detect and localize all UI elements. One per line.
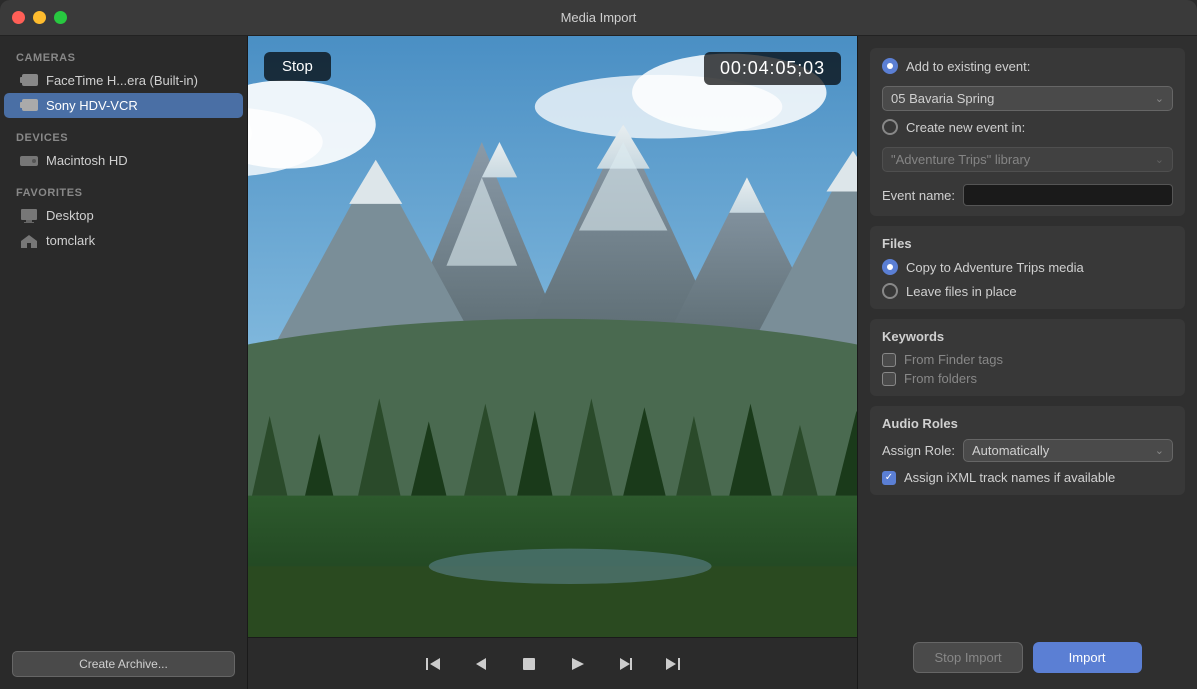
stop-import-button[interactable]: Stop Import <box>913 642 1022 673</box>
assign-role-label: Assign Role: <box>882 443 955 458</box>
new-event-library-dropdown[interactable]: "Adventure Trips" library ⌄ <box>882 147 1173 172</box>
skip-to-start-button[interactable] <box>419 650 447 678</box>
assign-role-row: Assign Role: Automatically ⌄ <box>882 439 1173 462</box>
finder-tags-row[interactable]: From Finder tags <box>882 352 1173 367</box>
right-panel: Add to existing event: 05 Bavaria Spring… <box>857 36 1197 689</box>
import-button[interactable]: Import <box>1033 642 1142 673</box>
from-folders-row[interactable]: From folders <box>882 371 1173 386</box>
files-section: Files Copy to Adventure Trips media Leav… <box>870 226 1185 309</box>
create-new-label: Create new event in: <box>906 120 1025 135</box>
assign-role-dropdown[interactable]: Automatically ⌄ <box>963 439 1173 462</box>
ixml-checkbox[interactable]: ✓ <box>882 471 896 485</box>
window-controls[interactable] <box>12 11 67 24</box>
stop-badge: Stop <box>264 52 331 81</box>
sidebar: CAMERAS FaceTime H...era (Built-in) Sony… <box>0 36 248 689</box>
sidebar-item-macintosh-hd[interactable]: Macintosh HD <box>4 148 243 173</box>
from-folders-label: From folders <box>904 371 977 386</box>
maximize-button[interactable] <box>54 11 67 24</box>
sidebar-item-desktop-label: Desktop <box>46 208 94 223</box>
keywords-section-title: Keywords <box>882 329 1173 344</box>
add-existing-row[interactable]: Add to existing event: <box>882 58 1173 74</box>
leave-files-row[interactable]: Leave files in place <box>882 283 1173 299</box>
sidebar-item-desktop[interactable]: Desktop <box>4 203 243 228</box>
copy-to-radio[interactable] <box>882 259 898 275</box>
from-folders-checkbox[interactable] <box>882 372 896 386</box>
finder-tags-checkbox[interactable] <box>882 353 896 367</box>
ixml-label: Assign iXML track names if available <box>904 470 1115 485</box>
desktop-icon <box>20 209 38 223</box>
sidebar-item-facetime[interactable]: FaceTime H...era (Built-in) <box>4 68 243 93</box>
window-title: Media Import <box>561 10 637 25</box>
video-frame: Stop 00:04:05;03 <box>248 36 857 637</box>
assign-role-value: Automatically <box>972 443 1049 458</box>
favorites-section-label: FAVORITES <box>0 179 247 203</box>
leave-files-radio[interactable] <box>882 283 898 299</box>
ixml-row[interactable]: ✓ Assign iXML track names if available <box>882 470 1173 485</box>
add-existing-radio[interactable] <box>882 58 898 74</box>
sidebar-item-tomclark[interactable]: tomclark <box>4 228 243 253</box>
timecode-badge: 00:04:05;03 <box>704 52 841 85</box>
bottom-buttons: Stop Import Import <box>870 634 1185 677</box>
copy-to-row[interactable]: Copy to Adventure Trips media <box>882 259 1173 275</box>
event-section: Add to existing event: 05 Bavaria Spring… <box>870 48 1185 216</box>
minimize-button[interactable] <box>33 11 46 24</box>
event-name-row: Event name: <box>882 184 1173 206</box>
keywords-section: Keywords From Finder tags From folders <box>870 319 1185 396</box>
audio-roles-title: Audio Roles <box>882 416 1173 431</box>
files-section-title: Files <box>882 236 1173 251</box>
event-name-label: Event name: <box>882 188 955 203</box>
camera-hdv-icon <box>20 99 38 113</box>
title-bar: Media Import <box>0 0 1197 36</box>
sidebar-item-tomclark-label: tomclark <box>46 233 95 248</box>
drive-icon <box>20 154 38 168</box>
sidebar-item-facetime-label: FaceTime H...era (Built-in) <box>46 73 198 88</box>
files-radio-group: Copy to Adventure Trips media Leave file… <box>882 259 1173 299</box>
add-to-existing-group: Add to existing event: 05 Bavaria Spring… <box>882 58 1173 206</box>
playback-controls <box>248 637 857 689</box>
sidebar-item-sony-label: Sony HDV-VCR <box>46 98 138 113</box>
chevron-down-icon: ⌄ <box>1155 92 1164 105</box>
event-name-input[interactable] <box>963 184 1173 206</box>
chevron-down-icon-2: ⌄ <box>1155 153 1164 166</box>
play-button[interactable] <box>563 650 591 678</box>
chevron-down-icon-3: ⌄ <box>1155 444 1164 457</box>
new-event-library-value: "Adventure Trips" library <box>891 152 1030 167</box>
step-back-button[interactable] <box>467 650 495 678</box>
create-archive-button[interactable]: Create Archive... <box>12 651 235 677</box>
cameras-section-label: CAMERAS <box>0 44 247 68</box>
add-existing-label: Add to existing event: <box>906 59 1030 74</box>
sidebar-item-sony-hdv[interactable]: Sony HDV-VCR <box>4 93 243 118</box>
camera-icon <box>20 74 38 88</box>
step-forward-button[interactable] <box>611 650 639 678</box>
existing-event-dropdown[interactable]: 05 Bavaria Spring ⌄ <box>882 86 1173 111</box>
close-button[interactable] <box>12 11 25 24</box>
video-preview: Stop 00:04:05;03 <box>248 36 857 637</box>
skip-to-end-button[interactable] <box>659 650 687 678</box>
leave-files-label: Leave files in place <box>906 284 1017 299</box>
sidebar-item-macintosh-label: Macintosh HD <box>46 153 128 168</box>
copy-to-label: Copy to Adventure Trips media <box>906 260 1084 275</box>
create-new-row[interactable]: Create new event in: <box>882 119 1173 135</box>
stop-button[interactable] <box>515 650 543 678</box>
create-new-radio[interactable] <box>882 119 898 135</box>
finder-tags-label: From Finder tags <box>904 352 1003 367</box>
devices-section-label: DEVICES <box>0 124 247 148</box>
existing-event-value: 05 Bavaria Spring <box>891 91 994 106</box>
audio-roles-section: Audio Roles Assign Role: Automatically ⌄… <box>870 406 1185 495</box>
home-icon <box>20 234 38 248</box>
content-area: Stop 00:04:05;03 <box>248 36 857 689</box>
